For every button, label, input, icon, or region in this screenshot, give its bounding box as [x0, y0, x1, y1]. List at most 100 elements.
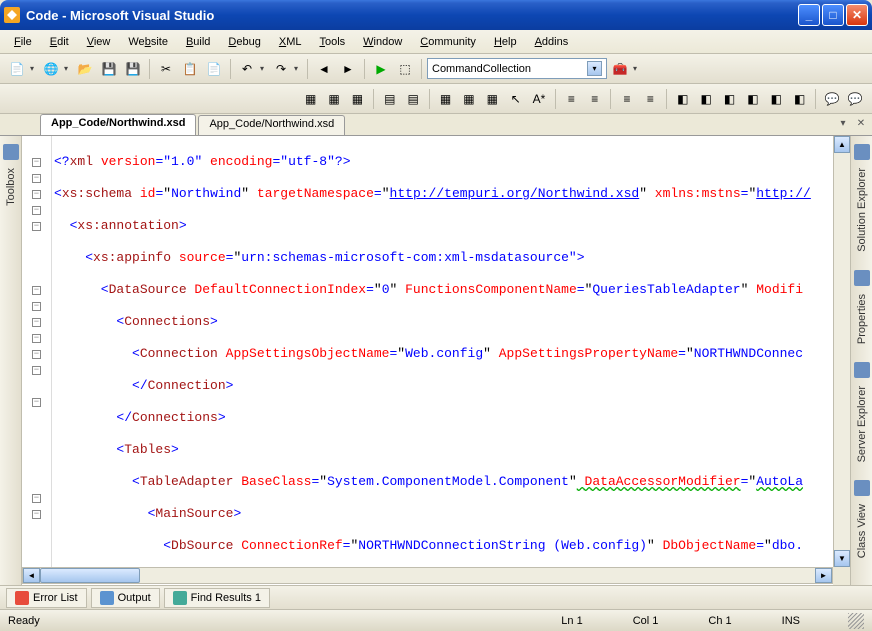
collapse-icon[interactable]: −	[32, 510, 41, 519]
collapse-icon[interactable]: −	[32, 334, 41, 343]
bookmark-icon[interactable]: ▦	[482, 88, 503, 110]
nav-fwd-icon[interactable]: ►	[337, 58, 359, 80]
collapse-icon[interactable]: −	[32, 398, 41, 407]
bookmark-icon[interactable]: ▦	[458, 88, 479, 110]
bookmark-next-icon[interactable]: ◧	[719, 88, 740, 110]
scroll-up-icon[interactable]: ▲	[834, 136, 850, 153]
undo-icon[interactable]: ↶	[236, 58, 258, 80]
comment-icon[interactable]: ▤	[379, 88, 400, 110]
toolbox-icon[interactable]	[3, 144, 19, 160]
code-area[interactable]: <?xml version="1.0" encoding="utf-8"?> <…	[52, 136, 833, 567]
server-explorer-icon[interactable]	[854, 362, 870, 378]
scroll-left-icon[interactable]: ◄	[23, 568, 40, 583]
new-website-icon[interactable]: 🌐	[40, 58, 62, 80]
comment-lines-icon[interactable]: ≡	[616, 88, 637, 110]
tab-northwind[interactable]: App_Code/Northwind.xsd	[198, 115, 345, 135]
menu-debug[interactable]: Debug	[220, 33, 268, 51]
config-icon[interactable]: ⬚	[394, 58, 416, 80]
menu-help[interactable]: Help	[486, 33, 525, 51]
output-tab[interactable]: Output	[91, 588, 160, 608]
collapse-icon[interactable]: −	[32, 350, 41, 359]
combo-dropdown-icon[interactable]: ▾	[587, 61, 602, 76]
param-icon[interactable]: A*	[528, 88, 549, 110]
find-combo[interactable]: CommandCollection ▾	[427, 58, 607, 79]
indent-left-icon[interactable]: ≡	[561, 88, 582, 110]
bookmark-prev-icon[interactable]: ◧	[695, 88, 716, 110]
minimize-button[interactable]: _	[798, 4, 820, 26]
indent-right-icon[interactable]: ≡	[584, 88, 605, 110]
paste-icon[interactable]: 📄	[203, 58, 225, 80]
help-icon[interactable]: 💬	[845, 88, 866, 110]
collapse-icon[interactable]: −	[32, 494, 41, 503]
uncomment-lines-icon[interactable]: ≡	[640, 88, 661, 110]
object-icon[interactable]: ▦	[300, 88, 321, 110]
uncomment-icon[interactable]: ▤	[402, 88, 423, 110]
object-icon[interactable]: ▦	[323, 88, 344, 110]
menu-view[interactable]: View	[79, 33, 119, 51]
copy-icon[interactable]: 📋	[179, 58, 201, 80]
menu-addins[interactable]: Addins	[527, 33, 577, 51]
dropdown-icon[interactable]: ▾	[30, 64, 38, 73]
maximize-button[interactable]: □	[822, 4, 844, 26]
start-debug-icon[interactable]: ▶	[370, 58, 392, 80]
menu-edit[interactable]: Edit	[42, 33, 77, 51]
collapse-icon[interactable]: −	[32, 206, 41, 215]
menu-window[interactable]: Window	[355, 33, 410, 51]
object-icon[interactable]: ▦	[347, 88, 368, 110]
collapse-icon[interactable]: −	[32, 286, 41, 295]
properties-tab[interactable]: Properties	[854, 288, 870, 350]
collapse-icon[interactable]: −	[32, 158, 41, 167]
resize-grip[interactable]	[848, 613, 864, 629]
titlebar[interactable]: Code - Microsoft Visual Studio _ □ ✕	[0, 0, 872, 30]
bookmark-toggle-icon[interactable]: ◧	[672, 88, 693, 110]
error-list-tab[interactable]: Error List	[6, 588, 87, 608]
class-view-icon[interactable]	[854, 480, 870, 496]
scroll-down-icon[interactable]: ▼	[834, 550, 850, 567]
collapse-icon[interactable]: −	[32, 222, 41, 231]
scroll-right-icon[interactable]: ►	[815, 568, 832, 583]
menu-website[interactable]: Website	[120, 33, 176, 51]
vertical-scrollbar[interactable]: ▲ ▼	[833, 136, 850, 567]
menu-build[interactable]: Build	[178, 33, 218, 51]
collapse-icon[interactable]: −	[32, 366, 41, 375]
bookmark-next-folder-icon[interactable]: ◧	[766, 88, 787, 110]
collapse-icon[interactable]: −	[32, 318, 41, 327]
outline-gutter[interactable]: − − − − − − − − − − − −	[22, 136, 52, 567]
toolbox-icon[interactable]: 🧰	[609, 58, 631, 80]
solution-explorer-tab[interactable]: Solution Explorer	[854, 162, 870, 258]
tab-northwind-active[interactable]: App_Code/Northwind.xsd	[40, 114, 196, 135]
horizontal-scrollbar[interactable]: ◄ ►	[22, 567, 833, 584]
class-view-tab[interactable]: Class View	[854, 498, 870, 564]
tab-close-icon[interactable]: ✕	[854, 116, 868, 130]
pointer-icon[interactable]: ↖	[505, 88, 526, 110]
server-explorer-tab[interactable]: Server Explorer	[854, 380, 870, 468]
dropdown-icon[interactable]: ▾	[64, 64, 72, 73]
solution-explorer-icon[interactable]	[854, 144, 870, 160]
properties-icon[interactable]	[854, 270, 870, 286]
menu-file[interactable]: File	[6, 33, 40, 51]
collapse-icon[interactable]: −	[32, 190, 41, 199]
help-icon[interactable]: 💬	[821, 88, 842, 110]
dropdown-icon[interactable]: ▾	[260, 64, 268, 73]
menu-community[interactable]: Community	[412, 33, 484, 51]
save-icon[interactable]: 💾	[98, 58, 120, 80]
menu-xml[interactable]: XML	[271, 33, 310, 51]
bookmark-icon[interactable]: ▦	[435, 88, 456, 110]
dropdown-icon[interactable]: ▾	[633, 64, 641, 73]
open-icon[interactable]: 📂	[74, 58, 96, 80]
redo-icon[interactable]: ↷	[270, 58, 292, 80]
find-results-tab[interactable]: Find Results 1	[164, 588, 270, 608]
nav-back-icon[interactable]: ◄	[313, 58, 335, 80]
close-button[interactable]: ✕	[846, 4, 868, 26]
save-all-icon[interactable]: 💾	[122, 58, 144, 80]
bookmark-clear-icon[interactable]: ◧	[789, 88, 810, 110]
dropdown-icon[interactable]: ▾	[294, 64, 302, 73]
menu-tools[interactable]: Tools	[311, 33, 353, 51]
new-project-icon[interactable]: 📄	[6, 58, 28, 80]
code-editor[interactable]: − − − − − − − − − − − −	[22, 136, 850, 585]
bookmark-prev-folder-icon[interactable]: ◧	[742, 88, 763, 110]
collapse-icon[interactable]: −	[32, 302, 41, 311]
collapse-icon[interactable]: −	[32, 174, 41, 183]
toolbox-tab[interactable]: Toolbox	[3, 162, 19, 212]
tabs-dropdown-icon[interactable]: ▾	[836, 116, 850, 130]
